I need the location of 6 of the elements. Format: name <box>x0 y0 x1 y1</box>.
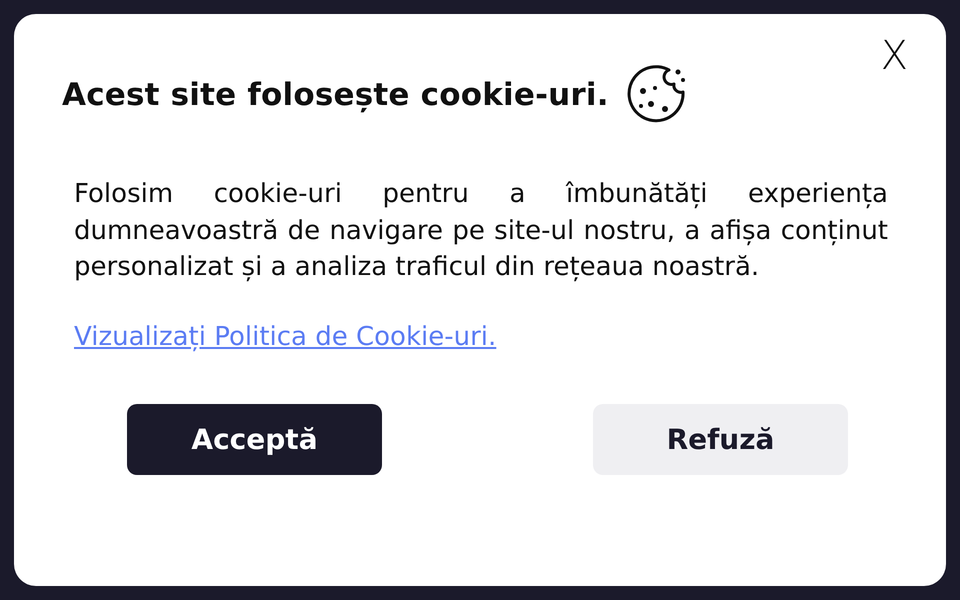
cookie-message: Folosim cookie-uri pentru a îmbunătăți experiența dumneavoastră de navigare pe site-ul nostru, a afișa conținut personalizat și a analiza traficul din rețeaua noastră. <box>74 178 888 284</box>
decline-button[interactable]: Refuză <box>593 404 848 474</box>
cookie-policy-link[interactable]: Vizualizați Politica de Cookie-uri. <box>74 322 496 352</box>
accept-button[interactable]: Acceptă <box>127 404 382 474</box>
close-button[interactable]: X <box>880 36 908 76</box>
dialog-title: Acest site folosește cookie-uri. <box>62 77 609 113</box>
